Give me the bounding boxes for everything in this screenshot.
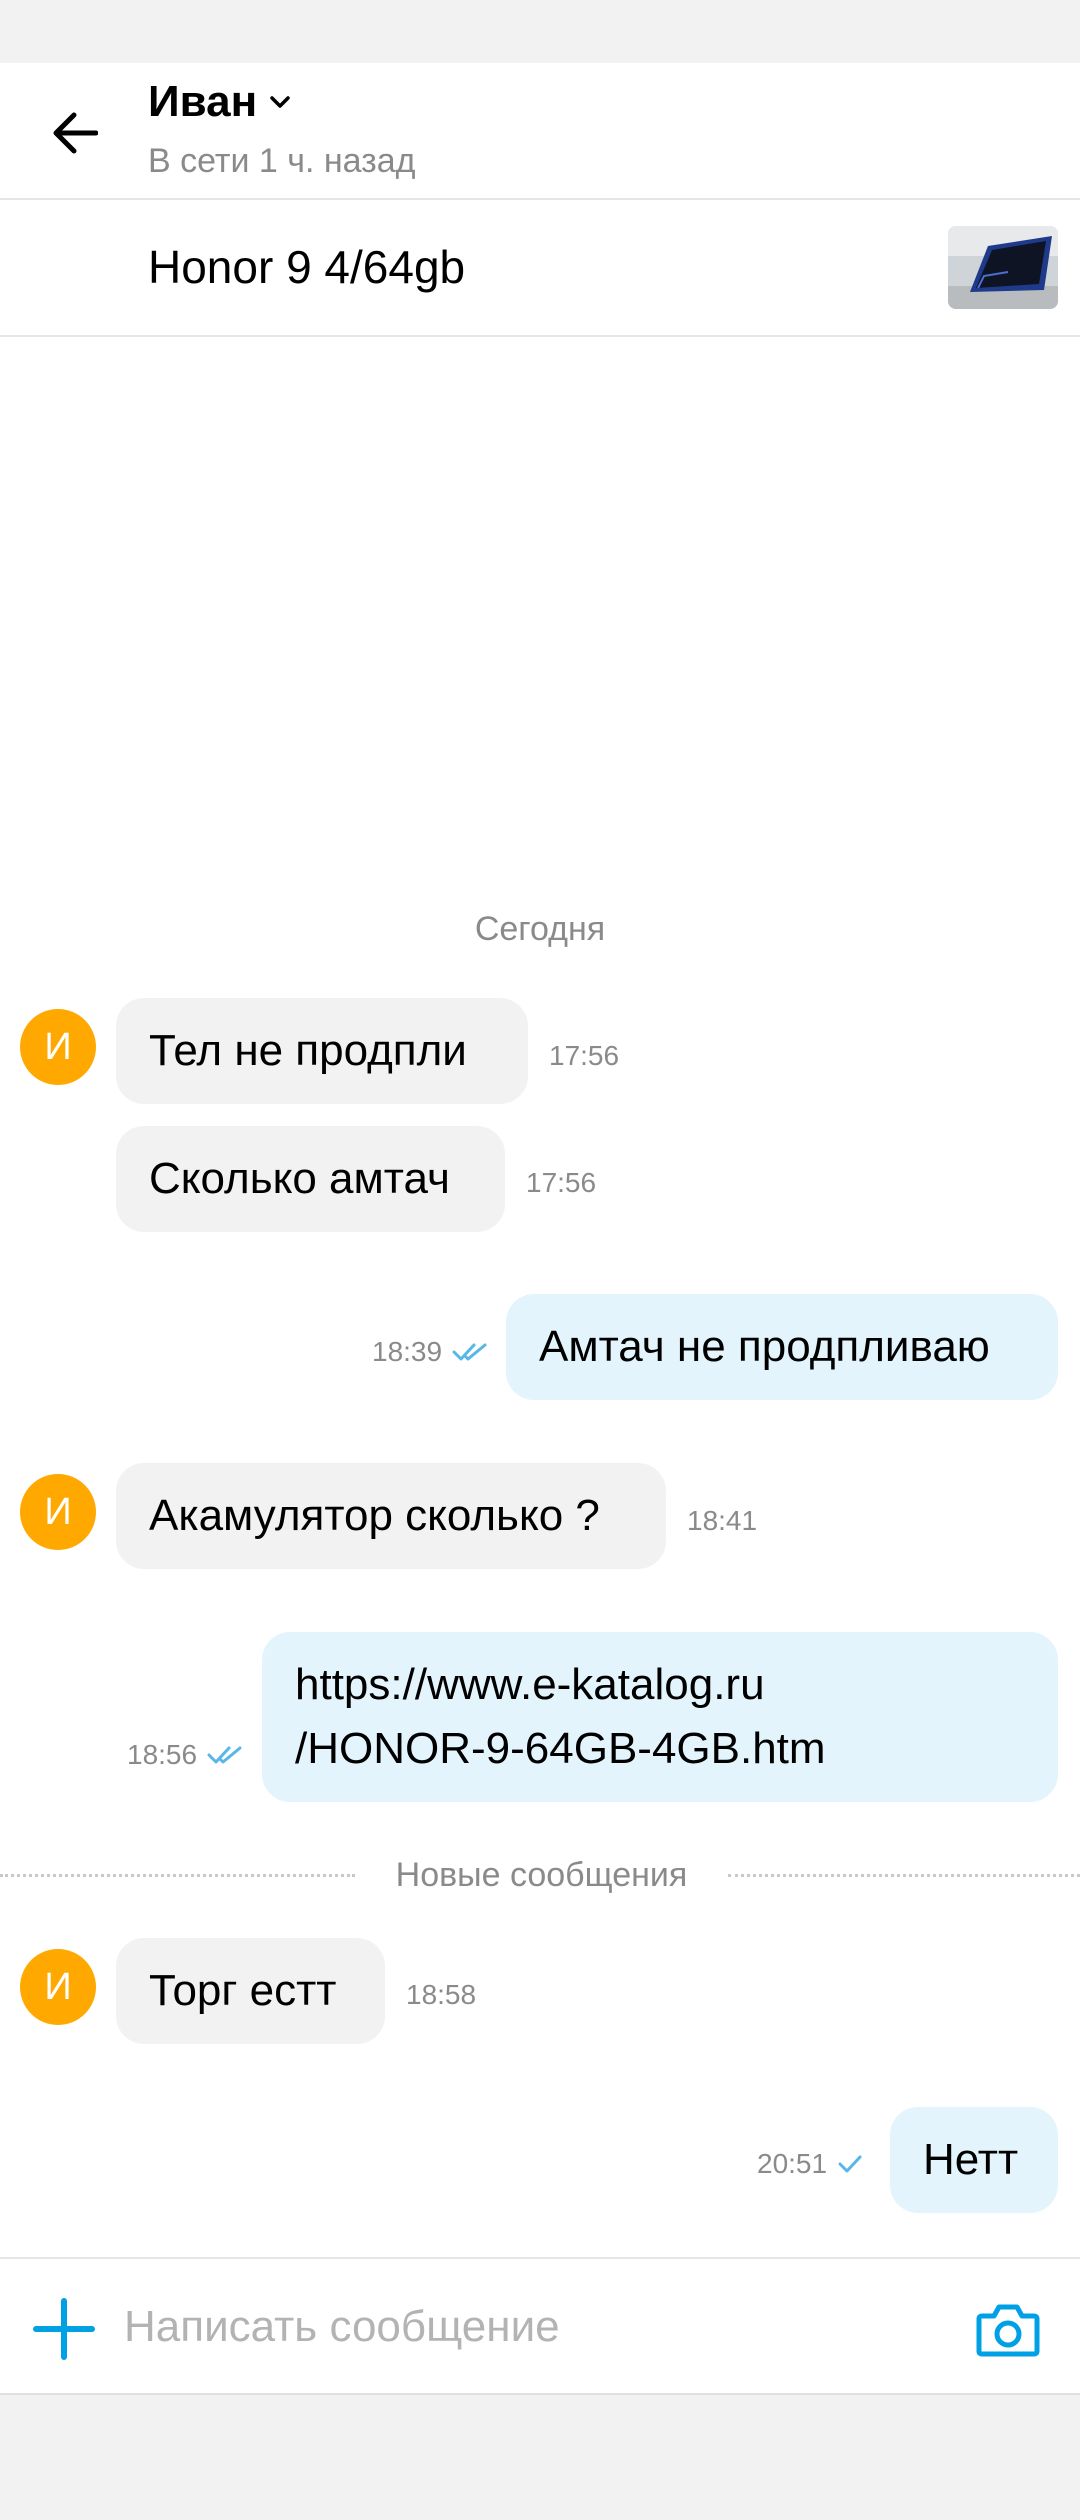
outgoing-message[interactable]: Нетт	[890, 2107, 1058, 2213]
incoming-message[interactable]: Акамулятор сколько ?	[116, 1463, 666, 1569]
camera-button[interactable]	[970, 2291, 1046, 2367]
message-time: 18:56	[127, 1739, 198, 1770]
separator-line	[0, 1874, 355, 1877]
message-text: Сколько амтач	[149, 1154, 450, 1203]
message-time: 17:56	[549, 1040, 620, 1071]
outgoing-message[interactable]: Амтач не продпливаю	[506, 1294, 1058, 1400]
message-text: Акамулятор сколько ?	[149, 1491, 600, 1540]
message-meta: 18:39	[372, 1336, 488, 1368]
phone-photo-image	[948, 226, 1058, 309]
contact-status: В сети 1 ч. назад	[148, 142, 416, 180]
plus-icon	[33, 2298, 95, 2360]
chat-header: Иван В сети 1 ч. назад	[0, 63, 1080, 200]
message-text: Тел не продпли	[149, 1026, 467, 1075]
listing-title: Honor 9 4/64gb	[148, 241, 466, 293]
incoming-message[interactable]: Тел не продпли	[116, 998, 528, 1104]
chevron-down-icon	[270, 96, 290, 108]
message-text: Амтач не продпливаю	[539, 1322, 990, 1371]
message-meta: 18:56	[127, 1739, 243, 1771]
double-check-icon	[207, 1746, 242, 1764]
camera-icon	[976, 2304, 1040, 2357]
incoming-message[interactable]: Сколько амтач	[116, 1126, 505, 1232]
listing-bar[interactable]: Honor 9 4/64gb	[0, 200, 1080, 337]
message-time: 18:58	[406, 1979, 477, 2010]
status-bar	[0, 0, 1080, 63]
message-time: 18:39	[372, 1336, 443, 1367]
message-text: Торг естт	[149, 1966, 337, 2015]
back-button[interactable]	[34, 101, 114, 165]
contact-name-button[interactable]: Иван	[148, 77, 293, 127]
message-time: 18:41	[687, 1505, 758, 1536]
separator-line	[728, 1874, 1080, 1877]
new-messages-label: Новые сообщения	[395, 1856, 688, 1894]
message-text: Нетт	[923, 2135, 1019, 2184]
message-link-line1[interactable]: https://www.e-katalog.ru	[295, 1653, 765, 1717]
contact-name: Иван	[148, 77, 258, 126]
message-composer	[0, 2257, 1080, 2395]
message-input[interactable]	[124, 2289, 944, 2365]
avatar[interactable]: И	[20, 1949, 96, 2025]
listing-thumbnail[interactable]	[948, 226, 1058, 309]
single-check-icon	[838, 2155, 862, 2173]
double-check-icon	[452, 1343, 487, 1361]
avatar[interactable]: И	[20, 1474, 96, 1550]
outgoing-message[interactable]: https://www.e-katalog.ru /HONOR-9-64GB-4…	[262, 1632, 1058, 1802]
message-meta: 20:51	[757, 2148, 863, 2180]
date-separator: Сегодня	[474, 910, 606, 948]
attach-button[interactable]	[24, 2291, 104, 2367]
message-link-line2[interactable]: /HONOR-9-64GB-4GB.htm	[295, 1717, 826, 1781]
message-time: 17:56	[526, 1167, 597, 1198]
message-time: 20:51	[757, 2148, 828, 2179]
incoming-message[interactable]: Торг естт	[116, 1938, 385, 2044]
bottom-area	[0, 2395, 1080, 2520]
chat-area[interactable]: Сегодня И Тел не продпли 17:56 Сколько а…	[0, 337, 1080, 2257]
back-arrow-icon	[53, 112, 98, 154]
avatar[interactable]: И	[20, 1009, 96, 1085]
new-messages-separator: Новые сообщения	[0, 1850, 1080, 1900]
